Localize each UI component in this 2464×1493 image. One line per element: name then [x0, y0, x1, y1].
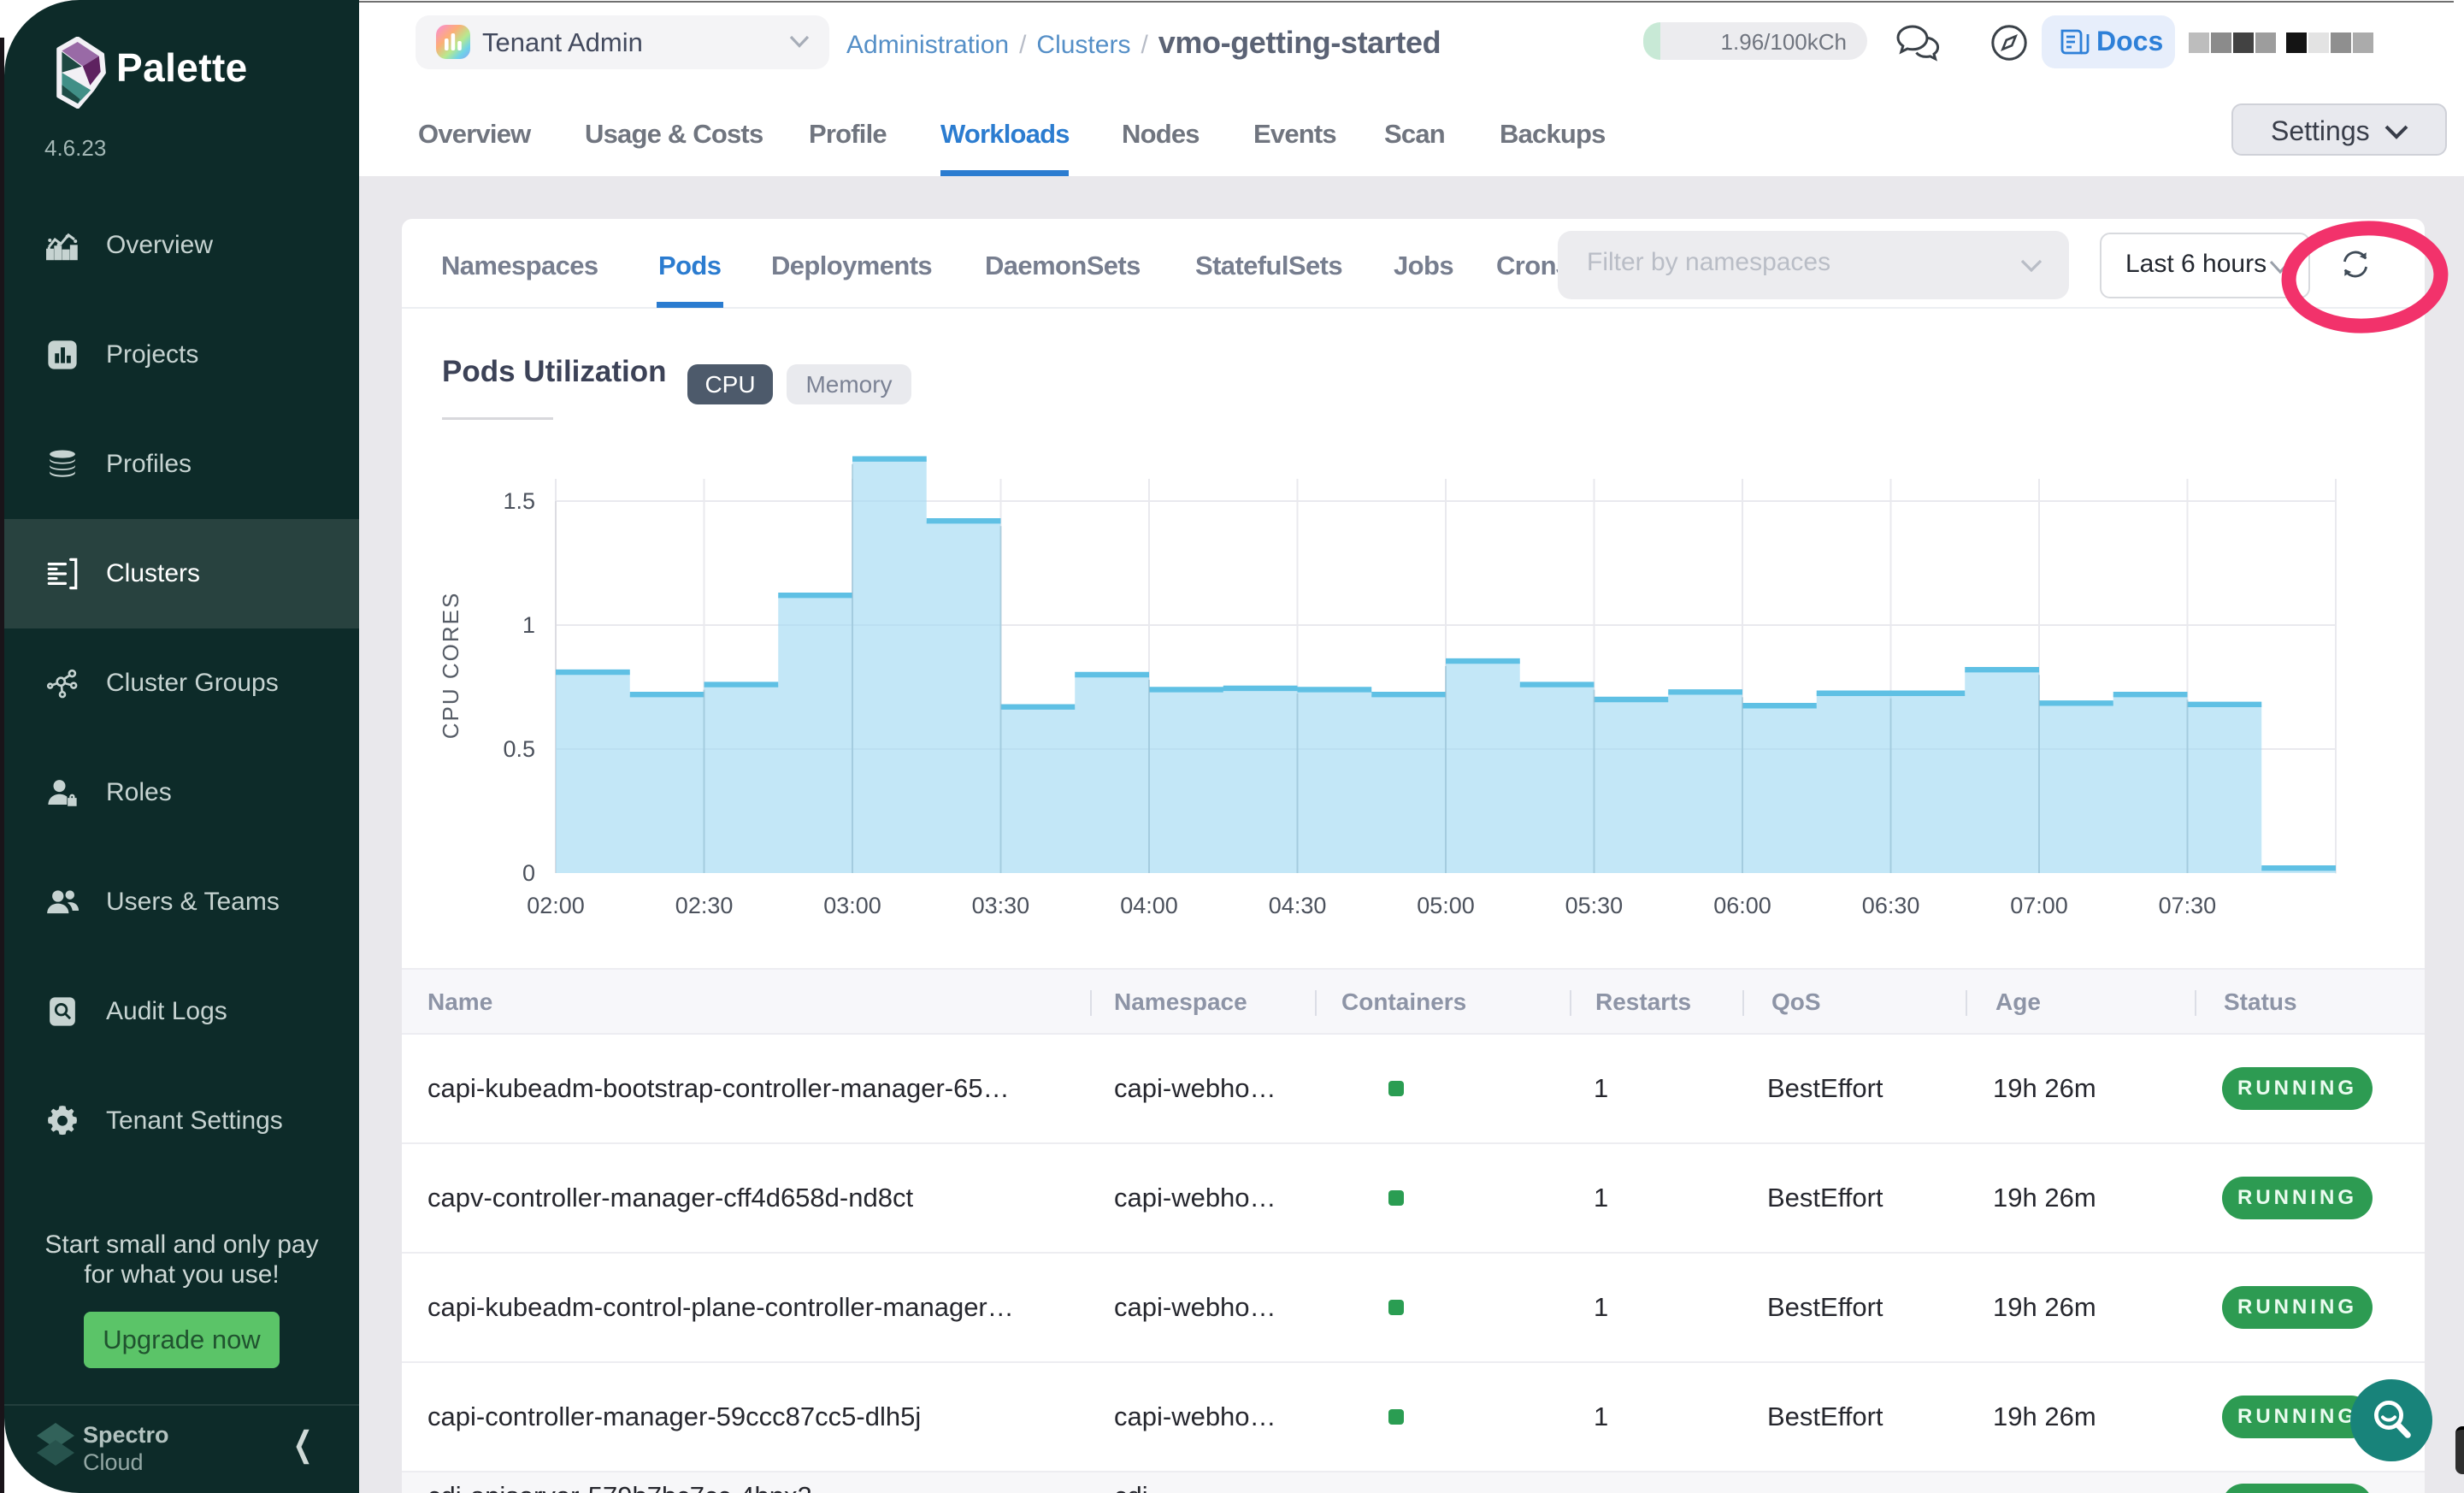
svg-text:07:30: 07:30 — [2159, 893, 2217, 918]
svg-text:06:30: 06:30 — [1862, 893, 1920, 918]
svg-text:05:00: 05:00 — [1417, 893, 1475, 918]
svg-text:1.5: 1.5 — [503, 488, 535, 514]
svg-text:CPU CORES: CPU CORES — [438, 592, 463, 740]
svg-text:1: 1 — [522, 612, 535, 638]
svg-text:07:00: 07:00 — [2010, 893, 2068, 918]
svg-text:02:30: 02:30 — [675, 893, 734, 918]
svg-text:02:00: 02:00 — [527, 893, 585, 918]
svg-text:03:00: 03:00 — [823, 893, 881, 918]
svg-text:04:00: 04:00 — [1120, 893, 1178, 918]
svg-text:0.5: 0.5 — [503, 736, 535, 762]
svg-text:03:30: 03:30 — [972, 893, 1030, 918]
svg-text:06:00: 06:00 — [1713, 893, 1771, 918]
svg-text:0: 0 — [522, 860, 535, 886]
svg-text:04:30: 04:30 — [1269, 893, 1327, 918]
svg-text:05:30: 05:30 — [1565, 893, 1624, 918]
